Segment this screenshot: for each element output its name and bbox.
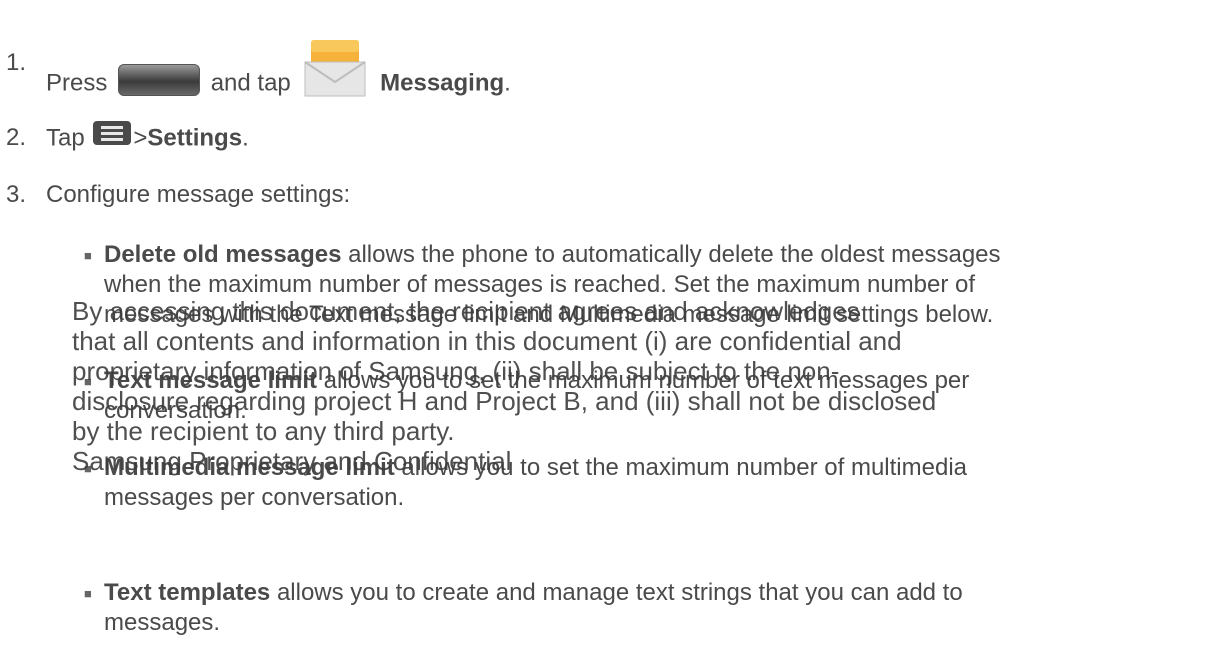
step-text: and tap [210,69,291,97]
document-page: 1. Press and tap Messaging. 2. Tap >Sett… [0,0,1208,659]
messaging-envelope-icon [303,36,367,108]
bullet-icon: ■ [84,586,92,601]
setting-description: messages. [104,609,221,636]
watermark-line: disclosure regarding project H and Proje… [72,386,937,416]
menu-key-icon [93,121,132,153]
step-text: > [133,124,148,152]
setting-title: Delete old messages [104,241,342,268]
watermark-line: that all contents and information in thi… [72,326,902,356]
messaging-label: Messaging [380,69,505,97]
home-key-icon [118,64,201,96]
setting-title: Text templates [104,579,271,606]
setting-description: allows you to create and manage text str… [270,579,963,606]
setting-description: allows the phone to automatically delete… [341,241,1001,268]
settings-label: Settings [147,124,243,152]
step-number: 2. [6,124,27,151]
watermark-line: Samsung Proprietary and Confidential [72,446,512,476]
step-text: Tap [46,124,85,152]
step-number: 3. [6,181,27,208]
bullet-icon: ■ [84,248,92,263]
step-number: 1. [6,49,27,76]
step-text: Configure message settings: [46,181,351,208]
watermark-line: by the recipient to any third party. [72,416,455,446]
watermark-line: proprietary information of Samsung, (ii)… [72,356,840,386]
watermark-line: By accessing this document, the recipien… [72,296,860,326]
step-text: . [504,69,511,97]
setting-description: messages per conversation. [104,484,405,511]
step-text: Press [46,69,108,97]
step-text: . [242,124,249,152]
